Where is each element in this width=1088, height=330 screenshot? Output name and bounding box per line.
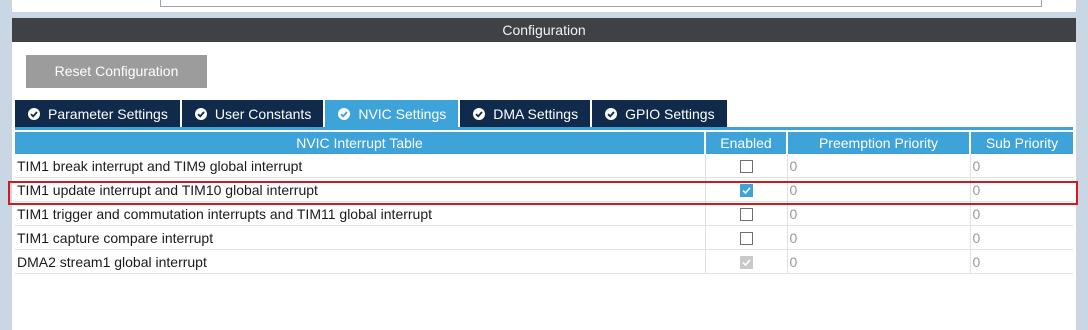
nvic-interrupt-table: NVIC Interrupt Table Enabled Preemption … (15, 132, 1073, 274)
tab-gpio-settings[interactable]: GPIO Settings (592, 100, 727, 127)
tab-label: NVIC Settings (358, 105, 447, 122)
enabled-checkbox[interactable] (739, 232, 753, 246)
interrupt-name: TIM1 break interrupt and TIM9 global int… (15, 154, 705, 178)
configuration-panel: Reset Configuration Parameter Settings U… (12, 42, 1076, 330)
sub-priority-cell[interactable]: 0 (969, 201, 1073, 226)
settings-tabs: Parameter Settings User Constants NVIC S… (15, 100, 729, 127)
table-row[interactable]: DMA2 stream1 global interrupt 0 0 (15, 249, 1073, 274)
check-circle-icon (28, 107, 40, 120)
tab-label: User Constants (214, 105, 312, 122)
check-circle-icon (473, 107, 486, 120)
tab-label: GPIO Settings (625, 105, 715, 122)
table-row[interactable]: TIM1 break interrupt and TIM9 global int… (15, 154, 1073, 178)
sub-priority-cell[interactable]: 0 (969, 249, 1073, 274)
reset-configuration-button[interactable]: Reset Configuration (26, 55, 207, 88)
preemption-priority-cell[interactable]: 0 (786, 225, 970, 250)
enabled-cell (704, 154, 787, 178)
tab-underline (15, 127, 1073, 130)
enabled-cell (704, 201, 787, 226)
table-row[interactable]: TIM1 capture compare interrupt 0 0 (15, 225, 1073, 250)
table-row[interactable]: TIM1 update interrupt and TIM10 global i… (15, 177, 1073, 202)
preemption-priority-cell[interactable]: 0 (786, 249, 970, 274)
check-circle-icon (338, 107, 351, 120)
table-header-row: NVIC Interrupt Table Enabled Preemption … (15, 132, 1073, 154)
interrupt-name: TIM1 update interrupt and TIM10 global i… (15, 177, 705, 202)
column-header-sub-priority[interactable]: Sub Priority (970, 132, 1073, 154)
sub-priority-cell[interactable]: 0 (969, 225, 1073, 250)
column-header-preemption-priority[interactable]: Preemption Priority (787, 132, 971, 154)
interrupt-name: TIM1 capture compare interrupt (15, 225, 705, 250)
enabled-checkbox[interactable] (739, 208, 753, 222)
tab-nvic-settings[interactable]: NVIC Settings (325, 100, 459, 127)
tab-user-constants[interactable]: User Constants (181, 100, 324, 127)
column-header-enabled[interactable]: Enabled (705, 132, 788, 154)
sub-priority-cell[interactable]: 0 (969, 177, 1073, 202)
enabled-cell (704, 225, 787, 250)
enabled-cell (704, 177, 787, 202)
check-circle-icon (194, 107, 207, 120)
preemption-priority-cell[interactable]: 0 (786, 201, 970, 226)
top-text-field[interactable] (160, 0, 1042, 7)
sub-priority-cell[interactable]: 0 (969, 154, 1073, 178)
preemption-priority-cell[interactable]: 0 (786, 177, 970, 202)
enabled-checkbox (739, 256, 753, 270)
interrupt-name: TIM1 trigger and commutation interrupts … (15, 201, 705, 226)
enabled-checkbox[interactable] (739, 184, 753, 198)
configuration-header: Configuration (12, 18, 1076, 42)
tab-dma-settings[interactable]: DMA Settings (460, 100, 591, 127)
enabled-checkbox[interactable] (739, 160, 753, 174)
tab-label: Parameter Settings (48, 105, 168, 122)
check-circle-icon (605, 107, 618, 120)
tab-parameter-settings[interactable]: Parameter Settings (15, 100, 180, 127)
interrupt-name: DMA2 stream1 global interrupt (15, 249, 705, 274)
preemption-priority-cell[interactable]: 0 (786, 154, 970, 178)
enabled-cell (704, 249, 787, 274)
table-row[interactable]: TIM1 trigger and commutation interrupts … (15, 201, 1073, 226)
tab-label: DMA Settings (493, 105, 579, 122)
column-header-interrupt[interactable]: NVIC Interrupt Table (15, 132, 706, 154)
